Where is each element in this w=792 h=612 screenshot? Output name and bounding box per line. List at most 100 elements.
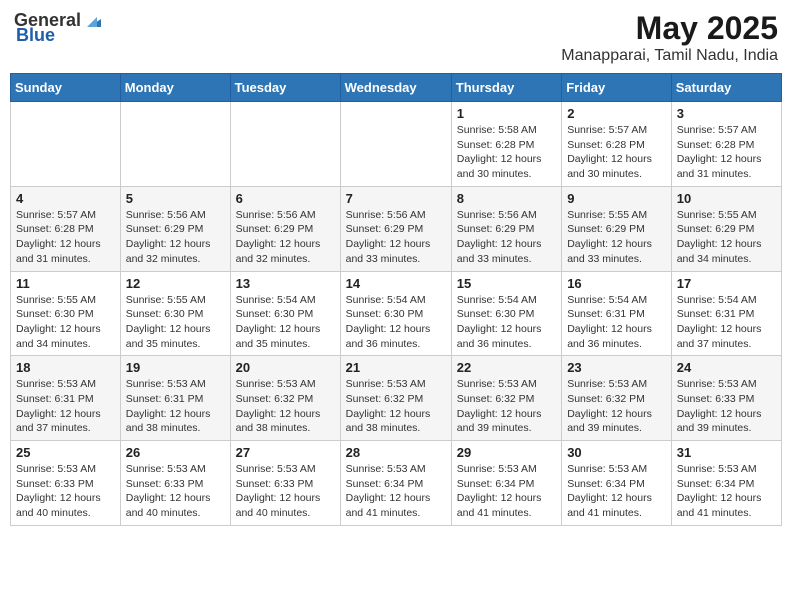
day-info: Sunrise: 5:53 AM Sunset: 6:34 PM Dayligh… [346, 462, 446, 521]
day-number: 27 [236, 445, 335, 460]
day-number: 2 [567, 106, 666, 121]
day-cell: 13 Sunrise: 5:54 AM Sunset: 6:30 PM Dayli… [230, 271, 340, 356]
page-header: General Blue May 2025 Manapparai, Tamil … [10, 10, 782, 65]
main-title: May 2025 [561, 10, 778, 47]
day-number: 11 [16, 276, 115, 291]
week-row-1: 1 Sunrise: 5:58 AM Sunset: 6:28 PM Daylig… [11, 102, 782, 187]
day-header-sunday: Sunday [11, 74, 121, 102]
day-cell: 5Sunrise: 5:56 AM Sunset: 6:29 PM Daylig… [120, 186, 230, 271]
day-cell: 11Sunrise: 5:55 AM Sunset: 6:30 PM Dayli… [11, 271, 121, 356]
day-info: Sunrise: 5:54 AM Sunset: 6:30 PM Dayligh… [346, 293, 446, 352]
calendar-table: SundayMondayTuesdayWednesdayThursdayFrid… [10, 73, 782, 526]
day-info: Sunrise: 5:53 AM Sunset: 6:32 PM Dayligh… [457, 377, 556, 436]
title-block: May 2025 Manapparai, Tamil Nadu, India [561, 10, 778, 65]
day-header-saturday: Saturday [671, 74, 781, 102]
day-info: Sunrise: 5:56 AM Sunset: 6:29 PM Dayligh… [236, 208, 335, 267]
day-number: 17 [677, 276, 776, 291]
day-number: 30 [567, 445, 666, 460]
day-cell: 28 Sunrise: 5:53 AM Sunset: 6:34 PM Dayli… [340, 441, 451, 526]
day-number: 25 [16, 445, 115, 460]
day-info: Sunrise: 5:56 AM Sunset: 6:29 PM Dayligh… [457, 208, 556, 267]
day-info: Sunrise: 5:55 AM Sunset: 6:29 PM Dayligh… [567, 208, 666, 267]
day-info: Sunrise: 5:55 AM Sunset: 6:30 PM Dayligh… [126, 293, 225, 352]
day-cell: 12 Sunrise: 5:55 AM Sunset: 6:30 PM Dayli… [120, 271, 230, 356]
day-cell: 25 Sunrise: 5:53 AM Sunset: 6:33 PM Dayli… [11, 441, 121, 526]
day-header-tuesday: Tuesday [230, 74, 340, 102]
day-info: Sunrise: 5:53 AM Sunset: 6:33 PM Dayligh… [16, 462, 115, 521]
day-cell: 18Sunrise: 5:53 AM Sunset: 6:31 PM Dayli… [11, 356, 121, 441]
day-info: Sunrise: 5:53 AM Sunset: 6:32 PM Dayligh… [346, 377, 446, 436]
day-info: Sunrise: 5:53 AM Sunset: 6:31 PM Dayligh… [126, 377, 225, 436]
day-cell: 23Sunrise: 5:53 AM Sunset: 6:32 PM Dayli… [562, 356, 672, 441]
day-number: 18 [16, 360, 115, 375]
day-number: 20 [236, 360, 335, 375]
day-number: 3 [677, 106, 776, 121]
day-number: 14 [346, 276, 446, 291]
day-cell: 6 Sunrise: 5:56 AM Sunset: 6:29 PM Daylig… [230, 186, 340, 271]
day-number: 7 [346, 191, 446, 206]
day-number: 4 [16, 191, 115, 206]
day-number: 31 [677, 445, 776, 460]
day-number: 6 [236, 191, 335, 206]
day-info: Sunrise: 5:53 AM Sunset: 6:34 PM Dayligh… [457, 462, 556, 521]
day-cell: 22 Sunrise: 5:53 AM Sunset: 6:32 PM Dayli… [451, 356, 561, 441]
day-info: Sunrise: 5:54 AM Sunset: 6:30 PM Dayligh… [236, 293, 335, 352]
week-row-3: 11 Sunrise: 5:55 AM Sunset: 6:30 PM Dayli… [11, 271, 782, 356]
day-info: Sunrise: 5:55 AM Sunset: 6:29 PM Dayligh… [677, 208, 776, 267]
logo-blue-text: Blue [16, 25, 55, 46]
day-info: Sunrise: 5:53 AM Sunset: 6:33 PM Dayligh… [126, 462, 225, 521]
logo: General Blue [14, 10, 105, 46]
subtitle: Manapparai, Tamil Nadu, India [561, 47, 778, 65]
day-cell: 7 Sunrise: 5:56 AM Sunset: 6:29 PM Daylig… [340, 186, 451, 271]
day-number: 21 [346, 360, 446, 375]
day-cell: 14 Sunrise: 5:54 AM Sunset: 6:30 PM Dayli… [340, 271, 451, 356]
day-cell: 31Sunrise: 5:53 AM Sunset: 6:34 PM Dayli… [671, 441, 781, 526]
day-cell: 15 Sunrise: 5:54 AM Sunset: 6:30 PM Dayli… [451, 271, 561, 356]
day-number: 16 [567, 276, 666, 291]
day-cell: 30 Sunrise: 5:53 AM Sunset: 6:34 PM Dayli… [562, 441, 672, 526]
day-cell: 16Sunrise: 5:54 AM Sunset: 6:31 PM Dayli… [562, 271, 672, 356]
day-cell: 19Sunrise: 5:53 AM Sunset: 6:31 PM Dayli… [120, 356, 230, 441]
day-number: 15 [457, 276, 556, 291]
day-number: 23 [567, 360, 666, 375]
day-info: Sunrise: 5:53 AM Sunset: 6:33 PM Dayligh… [236, 462, 335, 521]
day-cell: 4 Sunrise: 5:57 AM Sunset: 6:28 PM Daylig… [11, 186, 121, 271]
day-info: Sunrise: 5:53 AM Sunset: 6:32 PM Dayligh… [236, 377, 335, 436]
day-cell: 2 Sunrise: 5:57 AM Sunset: 6:28 PM Daylig… [562, 102, 672, 187]
day-cell: 27 Sunrise: 5:53 AM Sunset: 6:33 PM Dayli… [230, 441, 340, 526]
day-info: Sunrise: 5:54 AM Sunset: 6:30 PM Dayligh… [457, 293, 556, 352]
day-cell [120, 102, 230, 187]
day-header-wednesday: Wednesday [340, 74, 451, 102]
calendar-header-row: SundayMondayTuesdayWednesdayThursdayFrid… [11, 74, 782, 102]
day-info: Sunrise: 5:56 AM Sunset: 6:29 PM Dayligh… [346, 208, 446, 267]
day-cell: 17Sunrise: 5:54 AM Sunset: 6:31 PM Dayli… [671, 271, 781, 356]
day-info: Sunrise: 5:56 AM Sunset: 6:29 PM Dayligh… [126, 208, 225, 267]
day-info: Sunrise: 5:57 AM Sunset: 6:28 PM Dayligh… [677, 123, 776, 182]
day-cell: 21 Sunrise: 5:53 AM Sunset: 6:32 PM Dayli… [340, 356, 451, 441]
day-number: 1 [457, 106, 556, 121]
day-cell: 8Sunrise: 5:56 AM Sunset: 6:29 PM Daylig… [451, 186, 561, 271]
day-cell: 20 Sunrise: 5:53 AM Sunset: 6:32 PM Dayli… [230, 356, 340, 441]
day-number: 22 [457, 360, 556, 375]
day-header-monday: Monday [120, 74, 230, 102]
day-number: 24 [677, 360, 776, 375]
day-number: 12 [126, 276, 225, 291]
week-row-5: 25 Sunrise: 5:53 AM Sunset: 6:33 PM Dayli… [11, 441, 782, 526]
day-cell [230, 102, 340, 187]
day-number: 13 [236, 276, 335, 291]
day-info: Sunrise: 5:53 AM Sunset: 6:34 PM Dayligh… [567, 462, 666, 521]
logo-icon [83, 9, 105, 31]
day-info: Sunrise: 5:57 AM Sunset: 6:28 PM Dayligh… [16, 208, 115, 267]
day-number: 10 [677, 191, 776, 206]
day-number: 28 [346, 445, 446, 460]
day-info: Sunrise: 5:53 AM Sunset: 6:33 PM Dayligh… [677, 377, 776, 436]
day-cell: 3 Sunrise: 5:57 AM Sunset: 6:28 PM Daylig… [671, 102, 781, 187]
day-number: 9 [567, 191, 666, 206]
day-cell [11, 102, 121, 187]
day-info: Sunrise: 5:57 AM Sunset: 6:28 PM Dayligh… [567, 123, 666, 182]
day-header-friday: Friday [562, 74, 672, 102]
day-cell: 9 Sunrise: 5:55 AM Sunset: 6:29 PM Daylig… [562, 186, 672, 271]
day-cell: 29Sunrise: 5:53 AM Sunset: 6:34 PM Dayli… [451, 441, 561, 526]
day-info: Sunrise: 5:58 AM Sunset: 6:28 PM Dayligh… [457, 123, 556, 182]
day-header-thursday: Thursday [451, 74, 561, 102]
